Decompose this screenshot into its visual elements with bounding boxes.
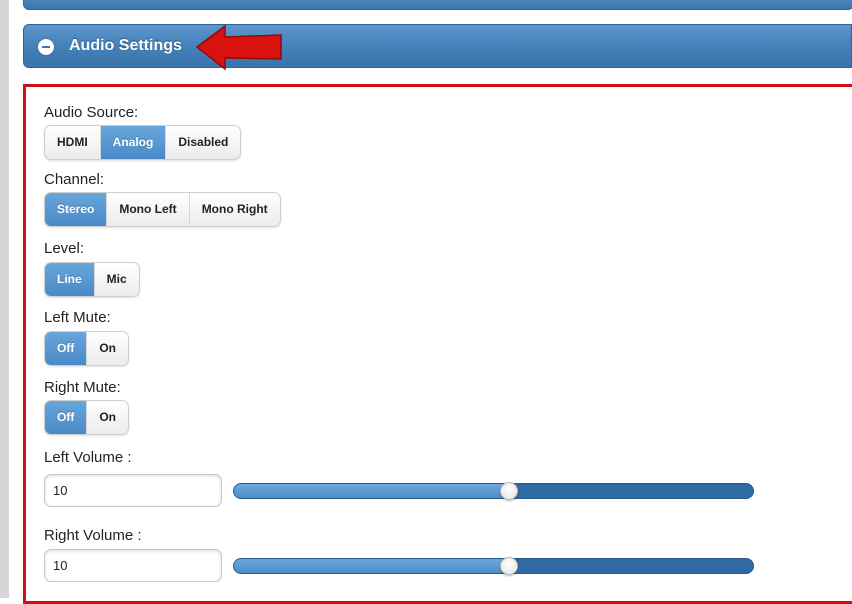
left-volume-slider-handle[interactable] bbox=[500, 482, 519, 500]
minus-circle-icon[interactable] bbox=[38, 39, 54, 55]
previous-section-header[interactable] bbox=[23, 0, 852, 10]
right-volume-input[interactable]: 10 bbox=[44, 549, 222, 582]
level-selector: Line Mic bbox=[44, 262, 140, 297]
left-mute-selector: Off On bbox=[44, 331, 129, 366]
audio-source-disabled[interactable]: Disabled bbox=[166, 126, 240, 159]
left-volume-slider[interactable] bbox=[233, 482, 754, 500]
channel-mono-right[interactable]: Mono Right bbox=[190, 193, 280, 226]
right-volume-slider-fill bbox=[234, 559, 510, 573]
left-mute-on[interactable]: On bbox=[87, 332, 128, 365]
left-volume-input[interactable]: 10 bbox=[44, 474, 222, 507]
channel-selector: Stereo Mono Left Mono Right bbox=[44, 192, 281, 227]
section-title: Audio Settings bbox=[69, 37, 182, 54]
left-volume-label: Left Volume : bbox=[44, 449, 132, 466]
left-gutter bbox=[0, 0, 9, 598]
right-mute-selector: Off On bbox=[44, 400, 129, 435]
red-arrow-annotation bbox=[195, 25, 282, 71]
channel-mono-left[interactable]: Mono Left bbox=[107, 193, 190, 226]
right-volume-label: Right Volume : bbox=[44, 527, 142, 544]
level-mic[interactable]: Mic bbox=[95, 263, 139, 296]
left-volume-slider-fill bbox=[234, 484, 510, 498]
audio-source-label: Audio Source: bbox=[44, 104, 139, 121]
right-mute-on[interactable]: On bbox=[87, 401, 128, 434]
audio-settings-header[interactable]: Audio Settings bbox=[23, 24, 852, 68]
channel-stereo[interactable]: Stereo bbox=[45, 193, 108, 226]
right-mute-label: Right Mute: bbox=[44, 379, 121, 396]
audio-source-analog[interactable]: Analog bbox=[100, 126, 167, 159]
level-line[interactable]: Line bbox=[45, 263, 95, 296]
left-mute-off[interactable]: Off bbox=[45, 332, 88, 365]
right-volume-slider-handle[interactable] bbox=[500, 557, 519, 575]
right-mute-off[interactable]: Off bbox=[45, 401, 88, 434]
audio-source-hdmi[interactable]: HDMI bbox=[45, 126, 101, 159]
level-label: Level: bbox=[44, 240, 85, 257]
channel-label: Channel: bbox=[44, 171, 105, 188]
audio-source-selector: HDMI Analog Disabled bbox=[44, 125, 242, 160]
right-volume-slider[interactable] bbox=[233, 557, 754, 575]
audio-settings-panel: Audio Source: HDMI Analog Disabled Chann… bbox=[23, 84, 852, 604]
left-mute-label: Left Mute: bbox=[44, 309, 111, 326]
